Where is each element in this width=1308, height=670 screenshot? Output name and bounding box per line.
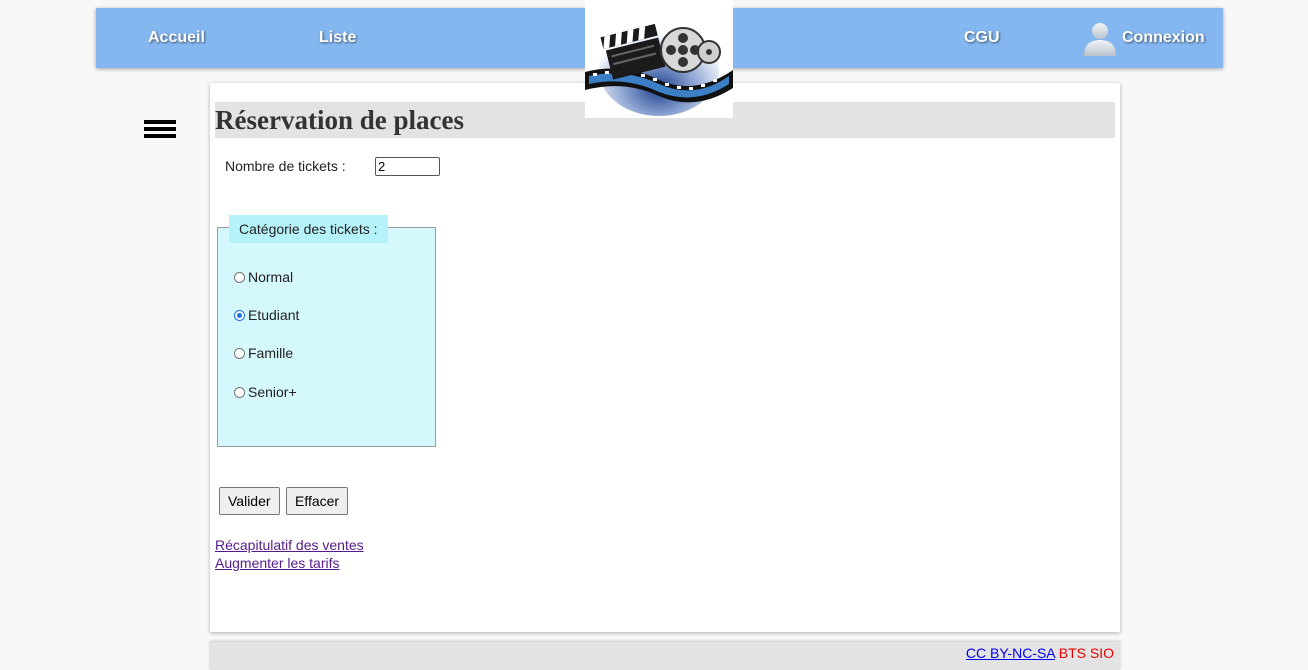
radio-button[interactable] <box>234 387 245 398</box>
reservation-panel: Réservation de places Nombre de tickets … <box>210 83 1120 632</box>
sales-summary-link[interactable]: Récapitulatif des ventes <box>215 537 364 553</box>
radio-button[interactable] <box>234 348 245 359</box>
film-clapper-icon <box>585 23 733 116</box>
user-avatar-icon[interactable] <box>1082 20 1118 56</box>
tickets-input[interactable] <box>375 157 440 176</box>
radio-option-senior[interactable]: Senior+ <box>234 384 297 400</box>
nav-home-link[interactable]: Accueil <box>148 29 205 47</box>
cinema-logo <box>585 0 733 118</box>
nav-cgu-link[interactable]: CGU <box>964 29 1000 47</box>
raise-prices-link[interactable]: Augmenter les tarifs <box>215 555 340 571</box>
nav-list-link[interactable]: Liste <box>319 29 356 47</box>
radio-button-checked[interactable] <box>234 310 245 321</box>
ticket-category-legend: Catégorie des tickets : <box>229 215 388 243</box>
reset-button[interactable]: Effacer <box>286 487 349 515</box>
radio-option-etudiant[interactable]: Etudiant <box>234 307 299 323</box>
radio-label: Normal <box>248 269 294 285</box>
license-link[interactable]: CC BY-NC-SA <box>966 645 1055 661</box>
radio-label: Senior+ <box>248 384 297 400</box>
nav-login-link[interactable]: Connexion <box>1122 29 1205 47</box>
submit-button[interactable]: Valider <box>219 487 280 515</box>
menu-hamburger-icon[interactable] <box>144 120 176 140</box>
org-label: BTS SIO <box>1058 645 1114 661</box>
ticket-category-fieldset: Catégorie des tickets : Normal Etudiant … <box>217 215 436 447</box>
radio-label: Etudiant <box>248 307 300 323</box>
tickets-label: Nombre de tickets : <box>225 158 346 174</box>
radio-button[interactable] <box>234 272 245 283</box>
radio-option-normal[interactable]: Normal <box>234 269 293 285</box>
footer: CC BY-NC-SA BTS SIO <box>210 642 1120 670</box>
radio-label: Famille <box>248 345 294 361</box>
footer-credits: CC BY-NC-SA BTS SIO <box>966 645 1114 661</box>
radio-option-famille[interactable]: Famille <box>234 345 293 361</box>
